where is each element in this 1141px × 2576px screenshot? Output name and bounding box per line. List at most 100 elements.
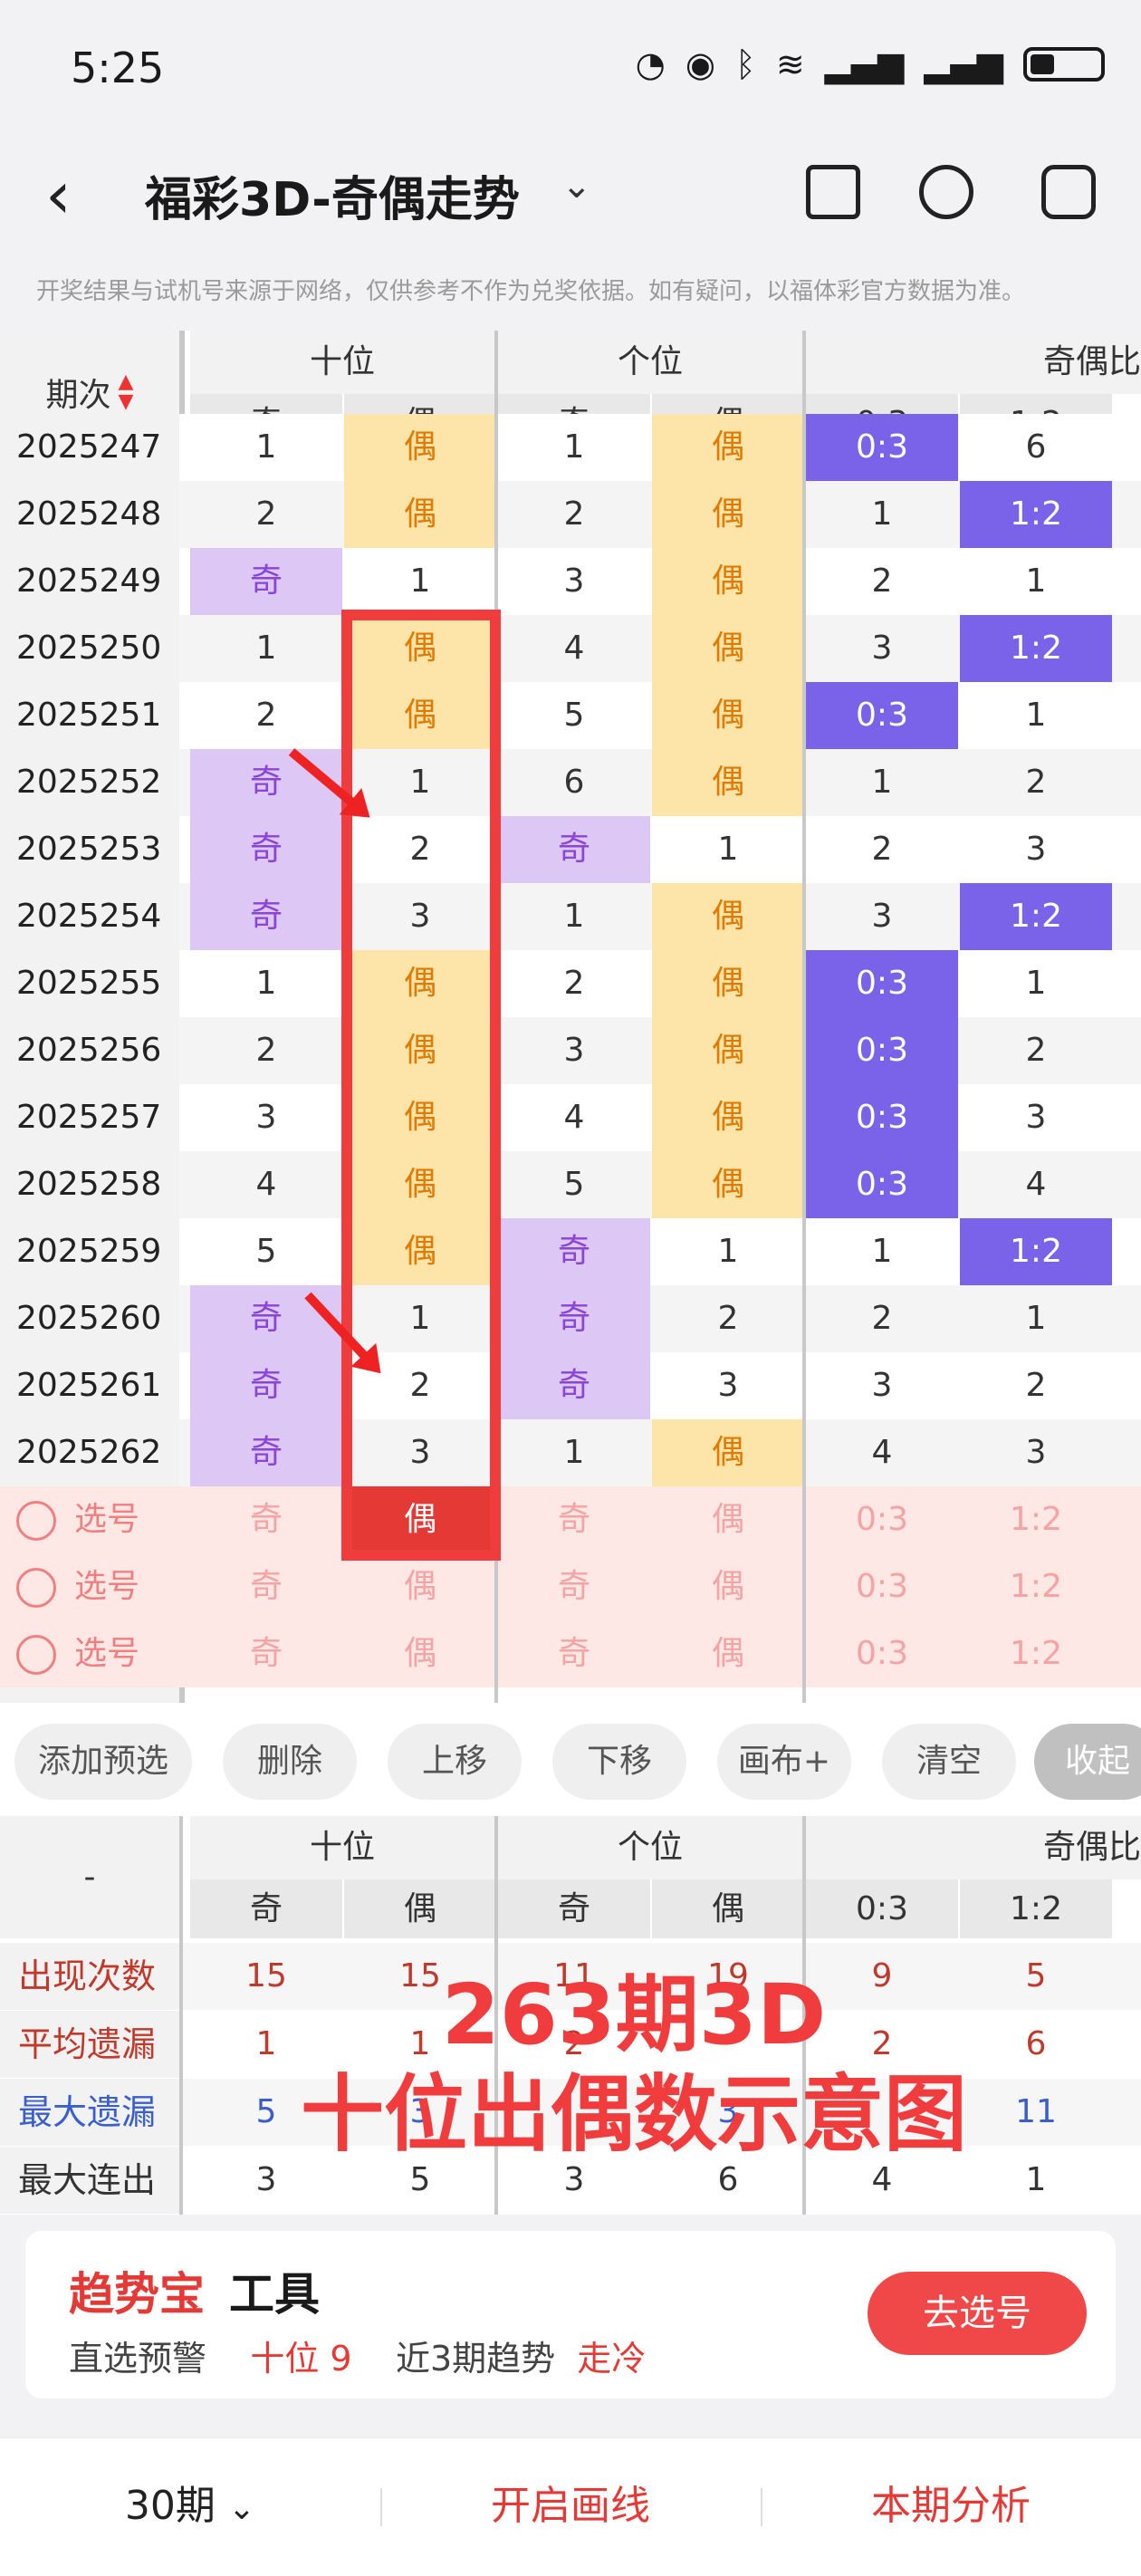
table-cell: 偶 bbox=[652, 1419, 804, 1486]
sort-icon[interactable]: ▲ ▼ bbox=[119, 371, 134, 412]
back-button[interactable]: ‹ bbox=[45, 159, 109, 231]
promo-label-2: 近3期趋势 bbox=[395, 2339, 556, 2379]
table-cell: 2 bbox=[871, 1300, 893, 1337]
pick-label[interactable]: 选号 bbox=[0, 1620, 179, 1687]
table-cell: 2 bbox=[717, 1300, 739, 1337]
pick-cell[interactable]: 奇 bbox=[190, 1486, 342, 1553]
chevron-down-icon[interactable]: ⌄ bbox=[561, 165, 592, 207]
overlay-caption-2: 十位出偶数示意图 bbox=[300, 2066, 967, 2163]
table-row: 2025256 2 偶 3 偶 0:3 2 bbox=[0, 1017, 1141, 1084]
table-cell: 0:3 bbox=[806, 682, 958, 749]
pick-cell[interactable]: 奇 bbox=[498, 1486, 650, 1553]
bluetooth-icon: ᛒ bbox=[735, 44, 756, 84]
pick-cell[interactable]: 奇 bbox=[190, 1553, 342, 1620]
issue-number: 2025253 bbox=[0, 816, 179, 883]
pick-cell[interactable]: 1:2 bbox=[960, 1620, 1112, 1687]
pick-cell[interactable]: 偶 bbox=[652, 1553, 804, 1620]
collapse-button[interactable]: 收起 bbox=[1034, 1724, 1141, 1800]
trend-table: 期次 ▲▼ 十位 个位 奇偶比 奇偶奇偶0:31:2 20252471偶1偶0:… bbox=[0, 331, 1141, 1703]
issue-header-label: 期次 bbox=[45, 376, 111, 414]
stats-sub-header: 偶 bbox=[344, 1879, 496, 1938]
table-cell: 偶 bbox=[652, 1017, 804, 1084]
pick-cell[interactable]: 奇 bbox=[190, 1620, 342, 1687]
pick-cell[interactable]: 1:2 bbox=[960, 1486, 1112, 1553]
table-cell: 偶 bbox=[652, 548, 804, 615]
phone-icon[interactable] bbox=[806, 165, 860, 219]
radio-icon[interactable] bbox=[16, 1501, 56, 1541]
issue-number: 2025248 bbox=[0, 481, 179, 548]
move-up-button[interactable]: 上移 bbox=[388, 1724, 522, 1800]
issue-number: 2025260 bbox=[0, 1285, 179, 1352]
issue-number: 2025251 bbox=[0, 682, 179, 749]
pick-cell[interactable]: 偶 bbox=[344, 1553, 496, 1620]
stats-group-tens: 十位 bbox=[190, 1816, 494, 1879]
pick-row[interactable]: 选号奇偶奇偶 0:3 1:2 bbox=[0, 1620, 1141, 1687]
table-cell: 3 bbox=[871, 630, 893, 667]
stats-sub-header: 奇 bbox=[190, 1879, 342, 1938]
table-cell: 2 bbox=[255, 1032, 277, 1069]
promo-line: 直选预警 十位 9 近3期趋势 走冷 bbox=[69, 2331, 646, 2380]
table-cell: 2 bbox=[563, 965, 585, 1002]
pick-cell[interactable]: 偶 bbox=[652, 1486, 804, 1553]
share-icon[interactable] bbox=[919, 165, 973, 219]
table-row: 2025247 1 偶 1 偶 0:3 6 bbox=[0, 414, 1141, 481]
table-cell: 奇 bbox=[190, 548, 342, 615]
table-cell: 1 bbox=[717, 1233, 739, 1270]
pick-cell[interactable]: 0:3 bbox=[806, 1486, 958, 1553]
pick-cell[interactable]: 0:3 bbox=[806, 1620, 958, 1687]
pick-cell[interactable]: 偶 bbox=[344, 1620, 496, 1687]
group-header-units: 个位 bbox=[498, 331, 802, 394]
stats-sub-header: 1:2 bbox=[960, 1879, 1112, 1938]
table-cell: 奇 bbox=[190, 883, 342, 950]
periods-dropdown[interactable]: 30期 ⌄ bbox=[54, 2438, 326, 2574]
pick-label[interactable]: 选号 bbox=[0, 1553, 179, 1620]
radio-icon[interactable] bbox=[16, 1568, 56, 1608]
add-preselect-button[interactable]: 添加预选 bbox=[14, 1724, 192, 1800]
table-cell: 2 bbox=[1025, 1032, 1047, 1069]
table-cell: 0:3 bbox=[806, 414, 958, 481]
go-select-button[interactable]: 去选号 bbox=[868, 2272, 1087, 2355]
analysis-button[interactable]: 本期分析 bbox=[797, 2438, 1105, 2574]
table-cell: 偶 bbox=[652, 883, 804, 950]
table-cell: 1:2 bbox=[960, 883, 1112, 950]
table-cell: 6 bbox=[563, 764, 585, 801]
stats-table: - 十位 个位 奇偶比 奇偶奇偶 0:3 1:2 出现次数 15 15 11 19 9 5 平均遗… bbox=[0, 1816, 1141, 2215]
draw-line-button[interactable]: 开启画线 bbox=[417, 2438, 724, 2574]
pick-label[interactable]: 选号 bbox=[0, 1486, 179, 1553]
table-cell: 1 bbox=[1025, 562, 1047, 600]
table-cell: 2 bbox=[1025, 1367, 1047, 1404]
table-cell: 1 bbox=[871, 495, 893, 533]
table-cell: 奇 bbox=[190, 1285, 342, 1352]
clear-button[interactable]: 清空 bbox=[882, 1724, 1016, 1800]
settings-icon[interactable] bbox=[1041, 165, 1096, 219]
signal-icon: ▂▄▆ bbox=[824, 44, 905, 84]
pick-cell[interactable]: 奇 bbox=[498, 1620, 650, 1687]
delete-button[interactable]: 删除 bbox=[223, 1724, 357, 1800]
issue-number: 2025257 bbox=[0, 1084, 179, 1151]
page-title[interactable]: 福彩3D-奇偶走势 bbox=[145, 161, 520, 229]
pick-cell[interactable]: 奇 bbox=[498, 1553, 650, 1620]
table-cell: 偶 bbox=[652, 481, 804, 548]
table-cell: 偶 bbox=[652, 615, 804, 682]
table-cell: 奇 bbox=[498, 816, 650, 883]
highlight-box bbox=[341, 610, 501, 1561]
table-cell: 奇 bbox=[190, 1419, 342, 1486]
pick-cell[interactable]: 偶 bbox=[652, 1620, 804, 1687]
table-cell: 1 bbox=[871, 764, 893, 801]
pick-row[interactable]: 选号奇偶奇偶 0:3 1:2 bbox=[0, 1553, 1141, 1620]
table-cell: 奇 bbox=[190, 749, 342, 816]
pick-cell[interactable]: 1:2 bbox=[960, 1553, 1112, 1620]
table-row: 2025250 1 偶 4 偶 3 1:2 bbox=[0, 615, 1141, 682]
table-cell: 0:3 bbox=[806, 950, 958, 1017]
radio-icon[interactable] bbox=[16, 1635, 56, 1675]
table-cell: 1 bbox=[255, 965, 277, 1002]
move-down-button[interactable]: 下移 bbox=[552, 1724, 686, 1800]
canvas-plus-button[interactable]: 画布+ bbox=[717, 1724, 851, 1800]
table-cell: 2 bbox=[871, 831, 893, 868]
pick-row[interactable]: 选号奇偶奇偶 0:3 1:2 bbox=[0, 1486, 1141, 1553]
pick-cell[interactable]: 0:3 bbox=[806, 1553, 958, 1620]
promo-value-2: 走冷 bbox=[577, 2339, 647, 2379]
table-cell: 1:2 bbox=[960, 615, 1112, 682]
table-cell: 5 bbox=[563, 697, 585, 734]
stats-sub-header: 奇 bbox=[498, 1879, 650, 1938]
